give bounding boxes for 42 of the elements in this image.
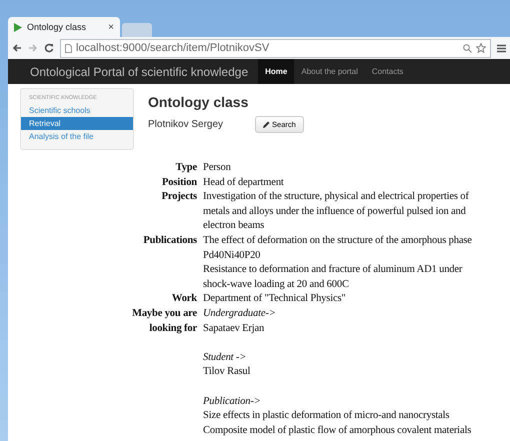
nav-link[interactable]: About the portal [294,59,365,84]
nav-link[interactable]: Home [258,59,294,84]
page-title: Ontology class [148,94,250,110]
property-value: The effect of deformation on the structure of the amorphous phase Pd40Ni40P20 [203,234,473,263]
property-value: Head of department [203,176,285,190]
property-value: Person [203,161,232,175]
search-icon[interactable] [463,44,472,52]
suggestion-link[interactable]: Tilov Rasul [203,365,481,380]
forward-icon[interactable] [28,43,38,53]
suggestion-link[interactable]: Composite model of plastic flow of amorphous covalent materials [203,424,481,438]
play-icon [14,22,22,32]
sidebar-item[interactable]: Analysis of the file [21,130,133,143]
suggestion-link[interactable]: Sapataev Erjan [203,322,481,336]
tab-title: Ontology class [27,22,88,32]
url-text: localhost:9000/search/item/PlotnikovSV [76,42,270,54]
page-icon [65,44,72,52]
tab-close-button[interactable]: × [108,22,114,32]
reload-icon[interactable] [44,43,54,53]
suggestion-heading: Undergraduate-> [203,306,277,321]
property-label: Publications [142,234,197,248]
brand-title[interactable]: Ontological Portal of scientific knowledge [30,64,248,78]
star-icon[interactable] [476,43,486,53]
address-bar[interactable]: localhost:9000/search/item/PlotnikovSV [60,38,491,58]
property-label: Type [174,161,197,175]
property-label: Position [161,176,197,190]
back-icon[interactable] [12,43,22,53]
property-value: Department of "Technical Physics" [203,292,347,306]
suggestion-heading: Publication-> [203,394,262,408]
property-value: Resistance to deformation and fracture of aluminum AD1 under shock-wave loading at 20 and 600C [203,263,464,292]
person-name: Plotnikov Sergey [148,119,224,130]
pencil-icon [263,121,270,128]
browser-tab[interactable]: Ontology class × [8,17,120,37]
property-label: Projects [160,190,197,204]
property-label: Work [170,292,197,306]
suggestion-heading: Student -> [203,350,248,365]
property-label: Maybe you are looking for [131,306,197,336]
sidebar-item[interactable]: Scientific schools [21,104,133,117]
sidebar-item[interactable]: Retrieval [21,117,133,130]
suggestion-link[interactable]: Size effects in plastic deformation of micro-and nanocrystals [203,409,481,424]
nav-link[interactable]: Contacts [364,59,410,84]
property-value: Investigation of the structure, physical and electrical properties of metals and alloys under the influence of powerful pulsed ion and electron beams [203,190,470,234]
menu-icon[interactable] [497,44,506,52]
